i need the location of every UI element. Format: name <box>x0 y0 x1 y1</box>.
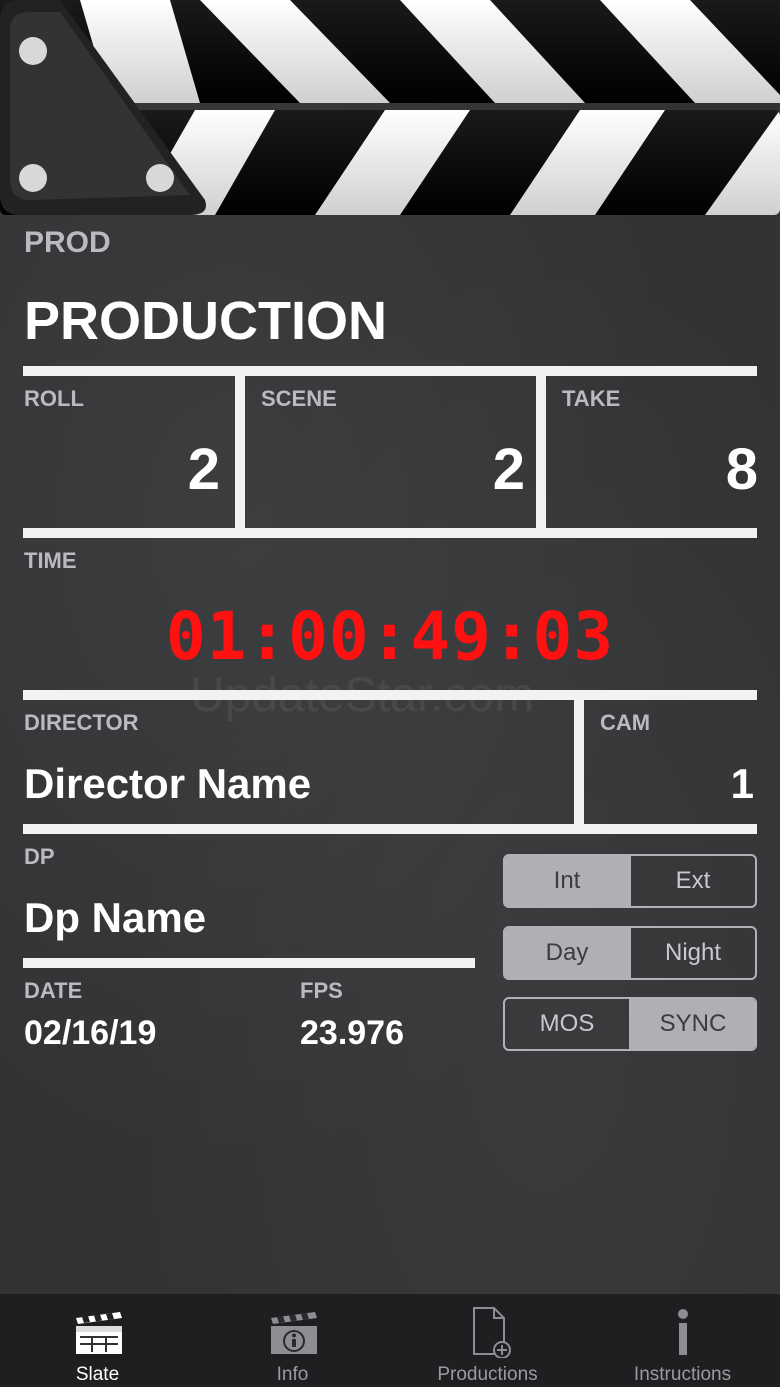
prod-label: PROD <box>24 226 111 259</box>
tab-instructions[interactable]: Instructions <box>585 1294 780 1387</box>
divider-line <box>536 376 546 528</box>
fps-label: FPS <box>300 978 343 1003</box>
timecode-display[interactable]: 01:00:49:03 <box>0 598 780 675</box>
tab-label: Productions <box>437 1364 538 1385</box>
scene-value[interactable]: 2 <box>300 436 525 503</box>
tab-bar: Slate Info Productions Instructions <box>0 1294 780 1387</box>
ext-option[interactable]: Ext <box>631 856 755 906</box>
director-label: DIRECTOR <box>24 710 139 735</box>
tab-label: Instructions <box>633 1364 732 1385</box>
tab-slate[interactable]: Slate <box>0 1294 195 1387</box>
clapper-sticks <box>0 0 780 215</box>
tab-label: Info <box>276 1364 309 1385</box>
time-label: TIME <box>24 548 77 573</box>
tab-info[interactable]: Info <box>195 1294 390 1387</box>
int-option[interactable]: Int <box>505 856 629 906</box>
night-option[interactable]: Night <box>631 928 755 978</box>
clapperboard-icon <box>75 1312 122 1354</box>
divider-line <box>23 824 757 834</box>
date-label: DATE <box>24 978 83 1003</box>
sync-option[interactable]: SYNC <box>631 999 755 1049</box>
add-document-icon <box>472 1307 511 1358</box>
take-value[interactable]: 8 <box>600 436 758 503</box>
day-option[interactable]: Day <box>505 928 629 978</box>
scene-label: SCENE <box>261 386 337 411</box>
divider-line <box>23 958 475 968</box>
roll-label: ROLL <box>24 386 84 411</box>
roll-value[interactable]: 2 <box>40 436 220 503</box>
int-ext-toggle[interactable]: Int Ext <box>503 854 757 908</box>
take-label: TAKE <box>562 386 621 411</box>
fps-value[interactable]: 23.976 <box>300 1014 404 1053</box>
date-value[interactable]: 02/16/19 <box>24 1014 156 1053</box>
dp-value[interactable]: Dp Name <box>24 894 206 942</box>
info-i-icon <box>677 1309 688 1355</box>
divider-line <box>23 366 757 376</box>
divider-line <box>574 700 584 824</box>
mos-sync-toggle[interactable]: MOS SYNC <box>503 997 757 1051</box>
cam-value[interactable]: 1 <box>620 760 754 808</box>
slate-board: PROD PRODUCTION ROLL 2 SCENE 2 TAKE 8 TI… <box>0 0 780 1294</box>
mos-option[interactable]: MOS <box>505 999 629 1049</box>
tab-label: Slate <box>75 1364 120 1385</box>
info-clapper-icon <box>270 1312 317 1354</box>
cam-label: CAM <box>600 710 651 735</box>
production-name[interactable]: PRODUCTION <box>24 290 387 352</box>
divider-line <box>23 528 757 538</box>
divider-line <box>23 690 757 700</box>
tab-productions[interactable]: Productions <box>390 1294 585 1387</box>
dp-label: DP <box>24 844 55 869</box>
day-night-toggle[interactable]: Day Night <box>503 926 757 980</box>
director-value[interactable]: Director Name <box>24 760 311 808</box>
divider-line <box>235 376 245 528</box>
